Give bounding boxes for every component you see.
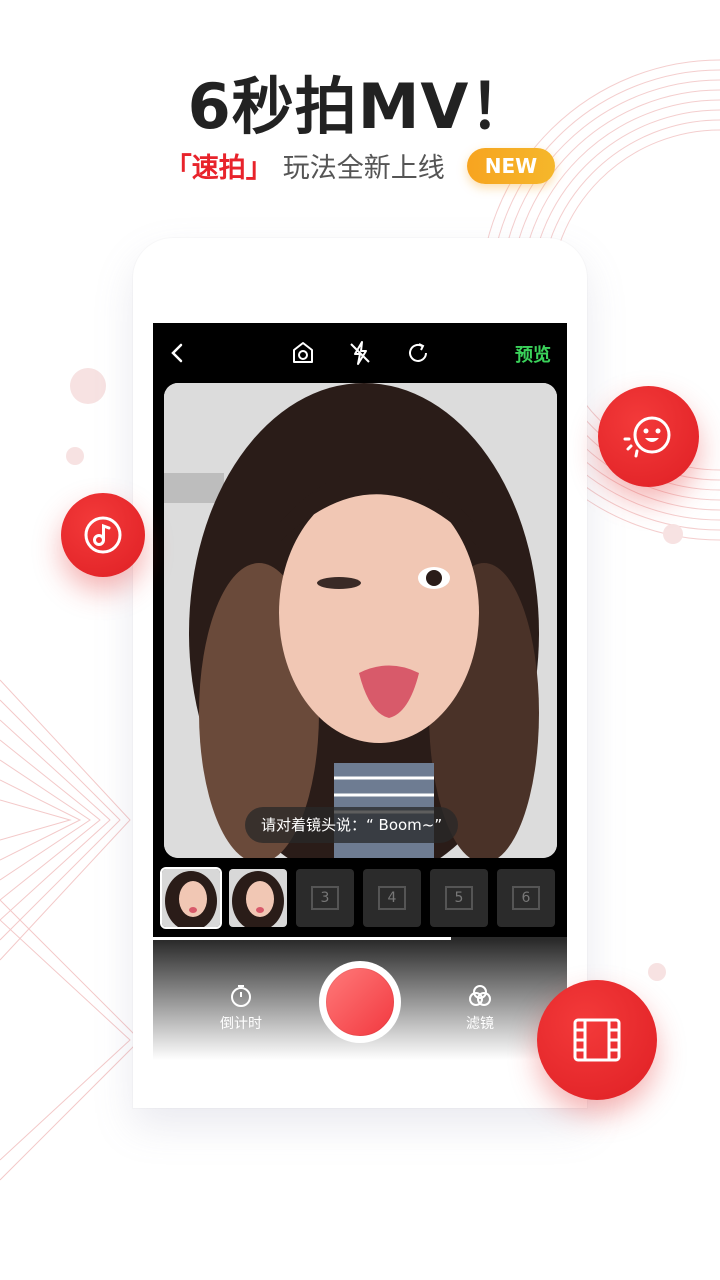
camera-viewfinder[interactable] xyxy=(164,383,557,858)
subheadline-text: 玩法全新上线 xyxy=(282,153,445,184)
sticker-button[interactable] xyxy=(598,386,699,487)
record-button-inner xyxy=(323,965,397,1039)
decor-dot xyxy=(648,963,666,981)
chevron-left-icon[interactable] xyxy=(165,340,191,366)
filter-icon xyxy=(469,985,491,1006)
face-mask-icon[interactable] xyxy=(290,340,316,366)
new-badge: NEW xyxy=(466,147,556,184)
clip-thumbnail[interactable] xyxy=(160,867,222,929)
decor-dot xyxy=(70,368,106,404)
flash-off-icon[interactable] xyxy=(347,340,373,366)
headline: 6秒拍MV！ xyxy=(187,70,533,143)
music-note-icon xyxy=(84,516,122,554)
film-strip-icon xyxy=(573,1018,621,1062)
slot-number: 3 xyxy=(311,886,339,910)
slot-number: 4 xyxy=(378,886,406,910)
filter-label: 滤镜 xyxy=(466,1016,494,1032)
empty-clip-slot[interactable]: 6 xyxy=(497,869,555,927)
slot-number: 6 xyxy=(512,886,540,910)
smiley-face-icon xyxy=(623,416,670,457)
slot-number: 5 xyxy=(445,886,473,910)
music-button[interactable] xyxy=(61,493,145,577)
subheadline: 「速拍」 玩法全新上线 NEW xyxy=(0,146,720,185)
decor-dot xyxy=(663,524,683,544)
empty-clip-slot[interactable]: 3 xyxy=(296,869,354,927)
camera-top-bar: 预览 xyxy=(153,323,567,381)
record-button[interactable] xyxy=(319,961,401,1043)
empty-clip-slot[interactable]: 5 xyxy=(430,869,488,927)
decor-dot xyxy=(66,447,84,465)
countdown-label: 倒计时 xyxy=(220,1016,262,1032)
clip-thumbnail[interactable] xyxy=(229,869,287,927)
speak-prompt: 请对着镜头说：“ Boom~” xyxy=(245,807,459,843)
clip-thumbnail-image xyxy=(229,869,287,927)
camera-screen: 预览 请对着镜头说：“ Boom~” 3 4 5 6 倒计时 滤镜 xyxy=(153,323,567,1060)
filter-button[interactable]: 滤镜 xyxy=(450,983,510,1033)
selfie-photo xyxy=(164,383,557,858)
timer-icon xyxy=(231,985,251,1007)
countdown-button[interactable]: 倒计时 xyxy=(211,983,271,1033)
clip-slots: 3 4 5 6 xyxy=(160,867,562,929)
subheadline-accent: 「速拍」 xyxy=(164,153,273,184)
preview-button[interactable]: 预览 xyxy=(515,341,551,367)
clip-thumbnail-image xyxy=(162,869,220,927)
clips-button[interactable] xyxy=(537,980,657,1100)
empty-clip-slot[interactable]: 4 xyxy=(363,869,421,927)
flip-camera-icon[interactable] xyxy=(405,340,431,366)
